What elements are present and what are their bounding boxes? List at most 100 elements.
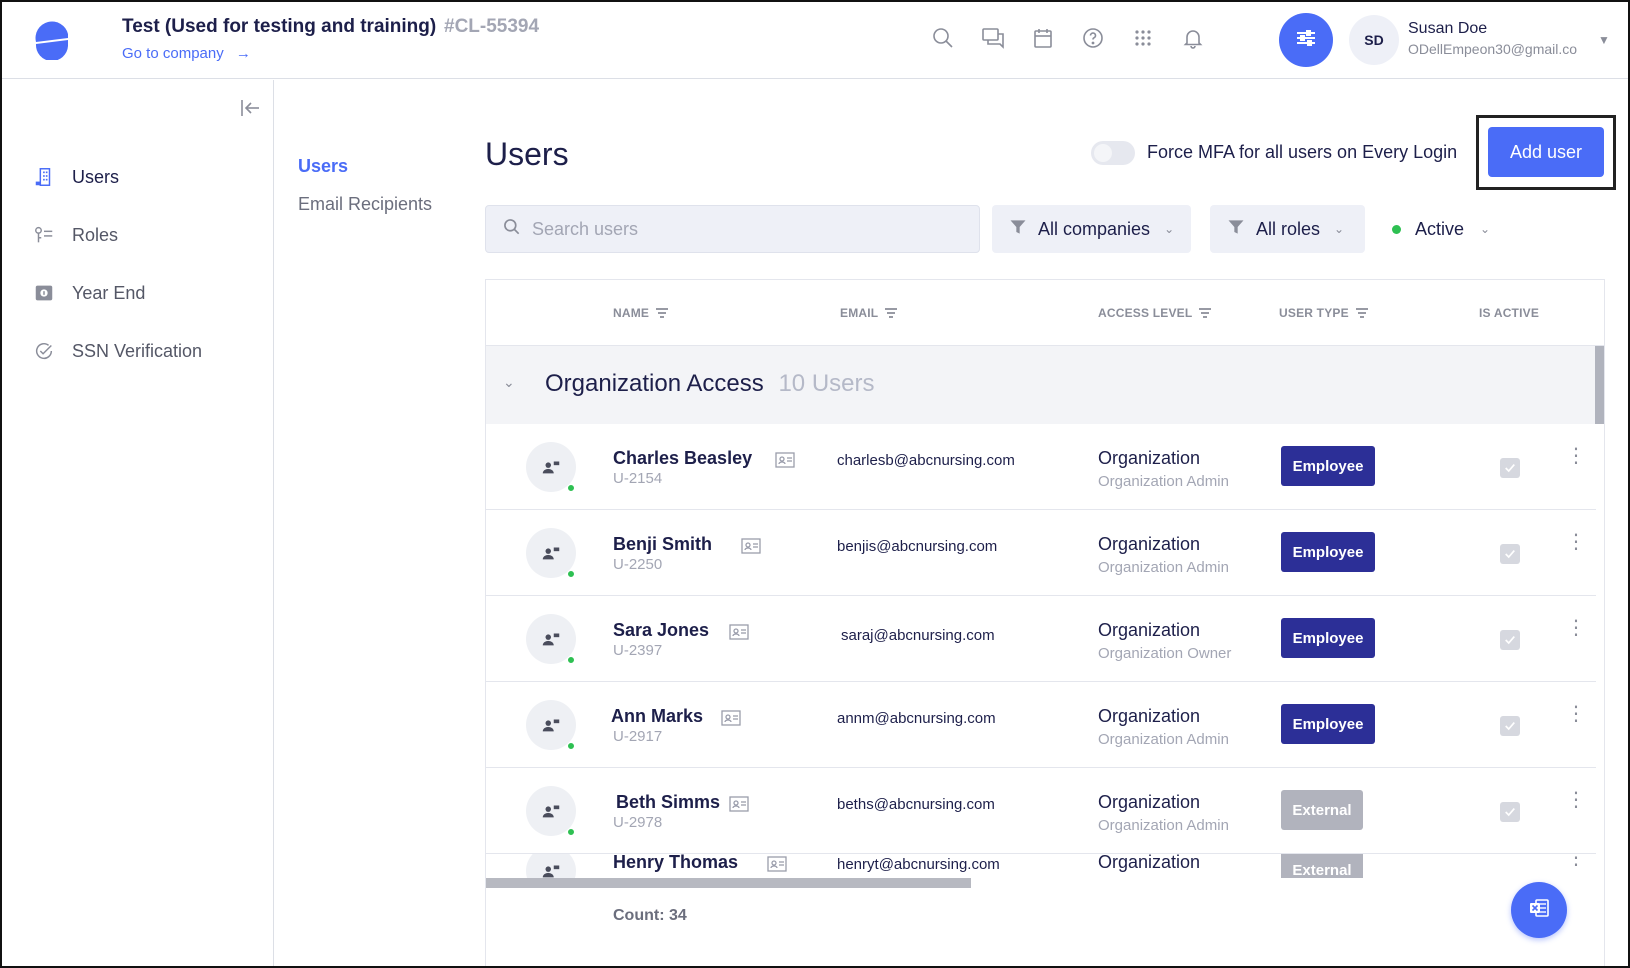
table-row[interactable]: Henry Thomas henryt@abcnursing.com Organ… <box>486 854 1596 878</box>
calendar-icon[interactable] <box>1029 24 1057 52</box>
user-count: Count: 34 <box>613 907 687 924</box>
go-to-company-label: Go to company <box>122 45 224 62</box>
sidebar-item-users[interactable]: Users <box>32 162 119 192</box>
id-card-icon[interactable] <box>775 452 795 468</box>
user-type-badge: Employee <box>1281 704 1375 744</box>
search-icon <box>502 217 522 242</box>
user-menu-caret-icon[interactable]: ▼ <box>1598 33 1610 47</box>
sidebar: Users Roles Year End SSN Verification <box>2 80 274 966</box>
id-card-icon[interactable] <box>741 538 761 554</box>
sidebar-item-ssn-verification[interactable]: SSN Verification <box>32 336 202 366</box>
search-box[interactable] <box>485 205 980 253</box>
collapse-sidebar-icon[interactable] <box>238 96 262 120</box>
user-email: benjis@abcnursing.com <box>837 538 998 555</box>
access-level: Organization <box>1098 620 1201 640</box>
column-header-user-type[interactable]: USER TYPE <box>1279 306 1369 320</box>
user-name[interactable]: Susan Doe <box>1408 20 1487 38</box>
table-row[interactable]: Beth Simms U-2978 beths@abcnursing.com O… <box>486 768 1596 854</box>
user-name[interactable]: Benji Smith <box>613 534 712 555</box>
kebab-menu-icon[interactable]: ⋮ <box>1566 532 1586 562</box>
person-icon <box>542 547 560 560</box>
kebab-menu-icon[interactable]: ⋮ <box>1566 618 1586 648</box>
user-avatar <box>526 854 576 878</box>
sidebar-item-label: Users <box>72 166 120 187</box>
checkmark-icon <box>1505 808 1515 817</box>
user-avatar[interactable]: SD <box>1349 15 1399 65</box>
column-header-name[interactable]: NAME <box>613 306 669 320</box>
column-header-access-level[interactable]: ACCESS LEVEL <box>1098 306 1212 320</box>
table-row[interactable]: Charles Beasley U-2154 charlesb@abcnursi… <box>486 424 1596 510</box>
search-icon[interactable] <box>929 24 957 52</box>
user-email: charlesb@abcnursing.com <box>837 452 1015 469</box>
user-name[interactable]: Henry Thomas <box>613 854 738 873</box>
user-name[interactable]: Charles Beasley <box>613 448 752 469</box>
table-row[interactable]: Sara Jones U-2397 saraj@abcnursing.com O… <box>486 596 1596 682</box>
search-input[interactable] <box>532 218 952 240</box>
is-active-checkbox[interactable] <box>1500 802 1520 822</box>
user-name[interactable]: Beth Simms <box>616 792 720 813</box>
status-filter-label: Active <box>1415 218 1465 239</box>
sidebar-item-label: Year End <box>72 282 146 303</box>
user-id: U-2917 <box>613 728 663 745</box>
column-header-is-active: IS ACTIVE <box>1479 306 1539 320</box>
add-user-button[interactable]: Add user <box>1488 127 1604 177</box>
online-status-dot <box>567 484 575 492</box>
subnav-users[interactable]: Users <box>298 156 348 177</box>
export-excel-button[interactable] <box>1511 882 1567 938</box>
is-active-checkbox[interactable] <box>1500 716 1520 736</box>
user-name[interactable]: Ann Marks <box>611 706 703 727</box>
app-logo[interactable] <box>32 20 72 62</box>
group-user-count: 10 Users <box>778 370 875 397</box>
settings-sliders-button[interactable] <box>1279 13 1333 67</box>
user-name[interactable]: Sara Jones <box>613 620 709 641</box>
help-icon[interactable] <box>1079 24 1107 52</box>
person-icon <box>542 805 560 818</box>
bell-icon[interactable] <box>1179 24 1207 52</box>
table-row[interactable]: Benji Smith U-2250 benjis@abcnursing.com… <box>486 510 1596 596</box>
person-icon <box>542 865 560 878</box>
column-header-email[interactable]: EMAIL <box>840 306 898 320</box>
building-icon <box>32 165 56 189</box>
id-card-icon[interactable] <box>729 624 749 640</box>
sort-filter-icon <box>656 308 669 318</box>
chat-icon[interactable] <box>979 24 1007 52</box>
is-active-checkbox[interactable] <box>1500 544 1520 564</box>
checkmark-icon <box>1505 464 1515 473</box>
access-level: Organization <box>1098 448 1201 468</box>
column-header-label: NAME <box>613 306 650 320</box>
go-to-company-link[interactable]: Go to company → <box>122 45 251 62</box>
kebab-menu-icon[interactable]: ⋮ <box>1566 704 1586 734</box>
group-row-organization-access[interactable]: ⌄ Organization Access 10 Users <box>486 346 1596 424</box>
id-card-icon[interactable] <box>721 710 741 726</box>
column-header-label: USER TYPE <box>1279 306 1349 320</box>
kebab-menu-icon[interactable]: ⋮ <box>1566 854 1586 878</box>
kebab-menu-icon[interactable]: ⋮ <box>1566 446 1586 476</box>
vertical-scrollbar[interactable] <box>1595 346 1604 424</box>
arrow-right-icon: → <box>235 45 251 62</box>
is-active-checkbox[interactable] <box>1500 458 1520 478</box>
chevron-down-icon[interactable]: ⌄ <box>503 374 515 391</box>
apps-icon[interactable] <box>1129 24 1157 52</box>
check-circle-icon <box>32 339 56 363</box>
access-role: Organization Admin <box>1098 817 1229 834</box>
id-card-icon[interactable] <box>729 796 749 812</box>
active-status-dot <box>1392 224 1401 234</box>
user-email: henryt@abcnursing.com <box>837 856 1000 873</box>
id-card-icon[interactable] <box>767 856 787 872</box>
status-filter-dropdown[interactable]: Active ⌄ <box>1392 205 1490 253</box>
horizontal-scrollbar[interactable] <box>486 878 971 888</box>
user-email: annm@abcnursing.com <box>837 710 996 727</box>
sidebar-item-roles[interactable]: Roles <box>32 220 118 250</box>
is-active-checkbox[interactable] <box>1500 630 1520 650</box>
kebab-menu-icon[interactable]: ⋮ <box>1566 790 1586 820</box>
companies-filter-dropdown[interactable]: All companies ⌄ <box>992 205 1191 253</box>
sidebar-item-year-end[interactable]: Year End <box>32 278 145 308</box>
sidebar-item-label: Roles <box>72 224 119 245</box>
roles-filter-dropdown[interactable]: All roles ⌄ <box>1210 205 1365 253</box>
access-level: Organization <box>1098 706 1201 726</box>
force-mfa-toggle[interactable] <box>1091 141 1135 165</box>
users-table: NAME EMAIL ACCESS LEVEL USER TYPE IS ACT… <box>485 279 1605 966</box>
table-row[interactable]: Ann Marks U-2917 annm@abcnursing.com Org… <box>486 682 1596 768</box>
subnav-email-recipients[interactable]: Email Recipients <box>298 194 432 215</box>
sort-filter-icon <box>1355 308 1368 318</box>
